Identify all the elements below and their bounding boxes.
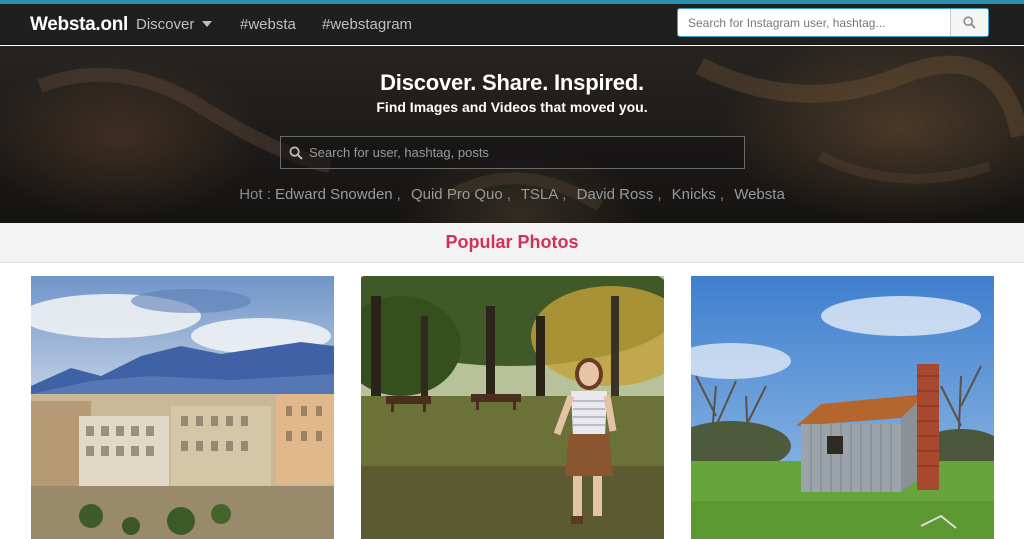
hot-separator: ,: [506, 186, 511, 203]
hot-topics: Hot : Edward Snowden, Quid Pro Quo, TSLA…: [0, 186, 1024, 203]
hot-item[interactable]: Websta: [734, 186, 785, 203]
photo-card[interactable]: [31, 276, 334, 539]
section-header: Popular Photos: [0, 223, 1024, 263]
hero-title: Discover. Share. Inspired.: [380, 70, 644, 95]
nav-discover[interactable]: Discover: [136, 16, 213, 33]
hot-separator: ,: [562, 186, 567, 203]
nav-websta[interactable]: #websta: [240, 16, 296, 33]
hero-banner: Discover. Share. Inspired. Find Images a…: [0, 46, 1024, 223]
hot-item[interactable]: Quid Pro Quo: [411, 186, 503, 203]
navbar: Websta.onl Discover #websta #webstagram: [0, 4, 1024, 45]
park-photo: [361, 276, 664, 539]
hero-search-box: [280, 136, 745, 169]
search-icon: [289, 146, 303, 160]
hot-item[interactable]: TSLA: [521, 186, 559, 203]
hot-separator: ,: [657, 186, 662, 203]
nav-webstagram[interactable]: #webstagram: [322, 16, 412, 33]
hot-separator: ,: [396, 186, 401, 203]
hot-item[interactable]: Edward Snowden: [275, 186, 393, 203]
top-search-input[interactable]: [678, 9, 950, 36]
section-title: Popular Photos: [445, 232, 579, 252]
hot-item[interactable]: David Ross: [577, 186, 654, 203]
hot-label: Hot :: [239, 186, 271, 203]
hot-item[interactable]: Knicks: [672, 186, 716, 203]
top-search-box: [677, 8, 989, 37]
city-photo: [31, 276, 334, 539]
hero-search-input[interactable]: [309, 137, 739, 168]
brand-logo[interactable]: Websta.onl: [30, 14, 128, 36]
hero-subtitle: Find Images and Videos that moved you.: [376, 99, 648, 115]
top-search-button[interactable]: [950, 9, 988, 36]
search-icon: [963, 16, 976, 29]
nav-discover-label: Discover: [136, 16, 195, 33]
chevron-down-icon: [202, 21, 213, 28]
photo-card[interactable]: [361, 276, 664, 539]
hut-photo: [691, 276, 994, 539]
hot-separator: ,: [719, 186, 725, 203]
photo-card[interactable]: [691, 276, 994, 539]
